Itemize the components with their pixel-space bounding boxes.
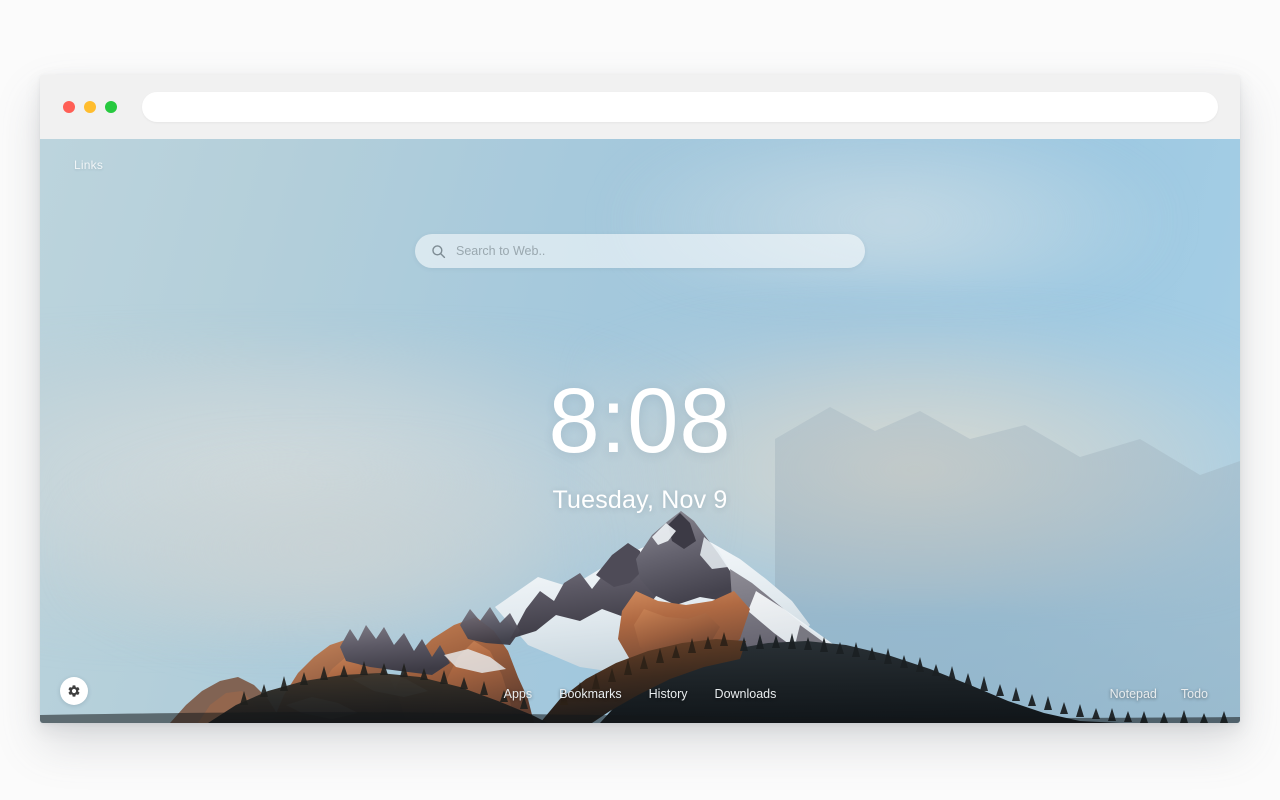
maximize-window-button[interactable] xyxy=(105,101,117,113)
minimize-window-button[interactable] xyxy=(84,101,96,113)
newtab-page: Links 8:08 Tuesday, Nov 9 Apps Bookmarks… xyxy=(40,139,1240,723)
search-icon xyxy=(432,244,446,258)
bottom-nav-center: Apps Bookmarks History Downloads xyxy=(40,687,1240,701)
mountain-landscape-wallpaper xyxy=(40,139,1240,723)
nav-link-todo[interactable]: Todo xyxy=(1181,687,1208,701)
window-controls xyxy=(63,101,117,113)
search-input[interactable] xyxy=(456,244,865,258)
close-window-button[interactable] xyxy=(63,101,75,113)
nav-link-downloads[interactable]: Downloads xyxy=(715,687,777,701)
web-search-bar[interactable] xyxy=(415,234,865,268)
address-bar[interactable] xyxy=(142,92,1218,122)
bottom-nav-right: Notepad Todo xyxy=(1110,687,1208,701)
nav-link-notepad[interactable]: Notepad xyxy=(1110,687,1157,701)
nav-link-bookmarks[interactable]: Bookmarks xyxy=(559,687,622,701)
browser-titlebar xyxy=(40,75,1240,139)
nav-link-history[interactable]: History xyxy=(649,687,688,701)
links-label[interactable]: Links xyxy=(74,158,103,172)
browser-window: Links 8:08 Tuesday, Nov 9 Apps Bookmarks… xyxy=(40,75,1240,723)
nav-link-apps[interactable]: Apps xyxy=(504,687,533,701)
